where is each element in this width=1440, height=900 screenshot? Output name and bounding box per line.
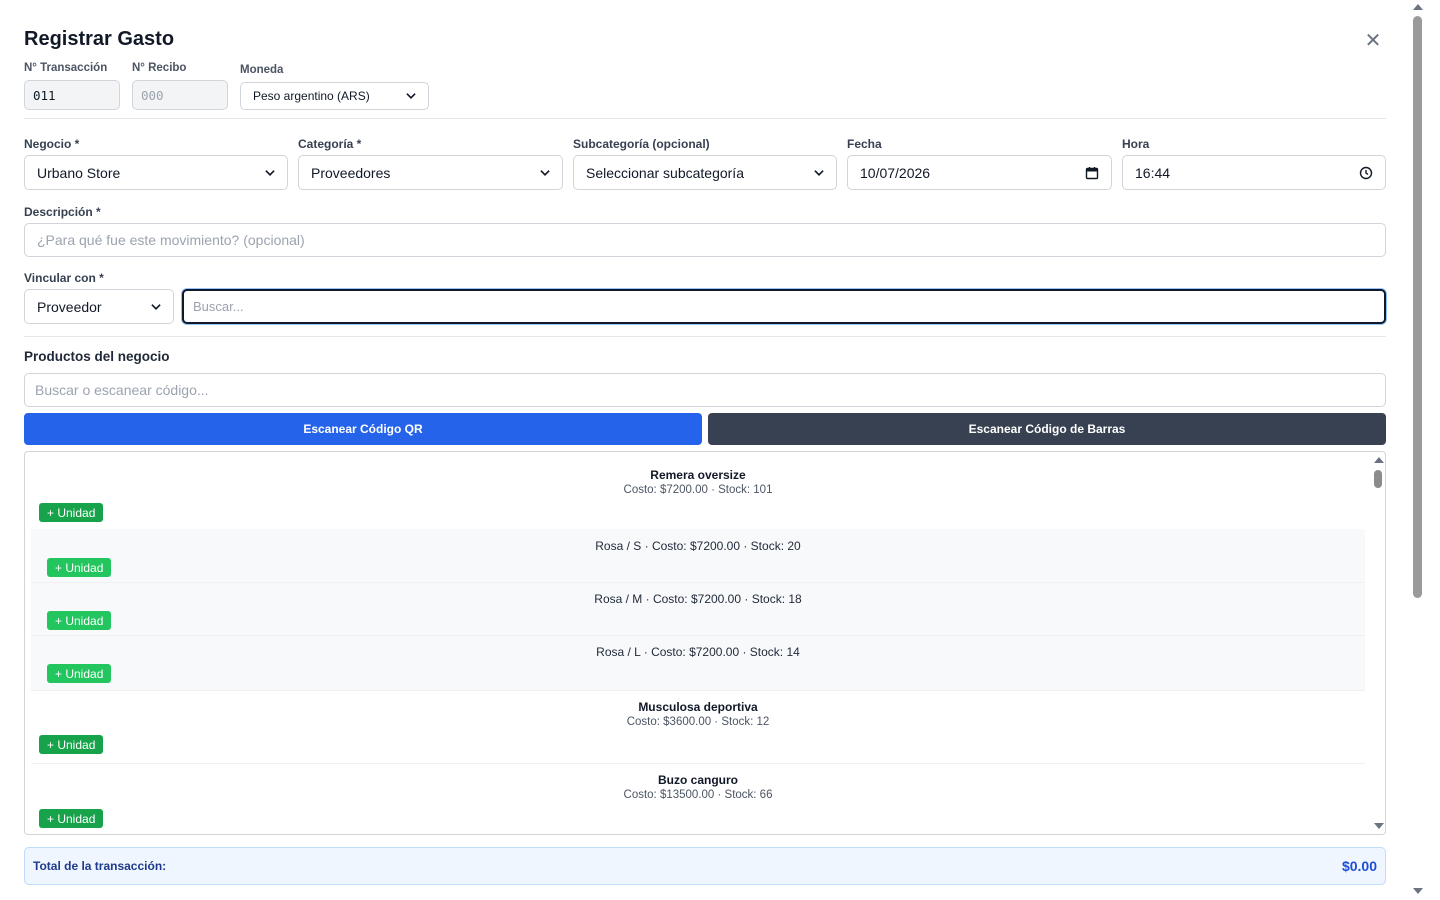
scan-barcode-button[interactable]: Escanear Código de Barras	[708, 413, 1386, 445]
subcategory-label: Subcategoría (opcional)	[573, 137, 710, 151]
chevron-down-icon	[540, 168, 550, 178]
date-value: 10/07/2026	[860, 164, 931, 181]
receipt-number-label: N° Recibo	[132, 62, 187, 74]
divider	[24, 118, 1386, 119]
link-label: Vincular con *	[24, 271, 104, 285]
list-item: Musculosa deportiva Costo: $3600.00 · St…	[31, 691, 1365, 763]
variant-info: Rosa / L · Costo: $7200.00 · Stock: 14	[596, 645, 800, 659]
add-unit-button[interactable]: + Unidad	[39, 735, 104, 754]
category-select[interactable]: Proveedores	[298, 155, 563, 190]
product-info: Costo: $3600.00 · Stock: 12	[626, 716, 770, 728]
date-field[interactable]: 10/07/2026	[847, 155, 1112, 190]
scroll-up-icon[interactable]	[1374, 457, 1384, 463]
transaction-total: Total de la transacción: $0.00	[24, 847, 1386, 885]
scroll-up-icon[interactable]	[1413, 4, 1423, 10]
total-label: Total de la transacción:	[33, 859, 167, 873]
currency-select[interactable]: Peso argentino (ARS)	[240, 82, 429, 110]
variant-info: Rosa / S · Costo: $7200.00 · Stock: 20	[595, 539, 801, 553]
calendar-icon[interactable]	[1085, 166, 1099, 180]
register-expense-modal: Registrar Gasto ✕ N° Transacción 011 N° …	[0, 0, 1440, 900]
add-unit-button[interactable]: + Unidad	[39, 809, 104, 828]
transaction-number-field[interactable]: 011	[24, 80, 120, 110]
list-item: Buzo canguro Costo: $13500.00 · Stock: 6…	[31, 764, 1365, 834]
product-search-input[interactable]: Buscar o escanear código...	[24, 373, 1386, 407]
subcategory-value: Seleccionar subcategoría	[586, 164, 744, 181]
transaction-number-value: 011	[33, 87, 56, 103]
product-name: Musculosa deportiva	[638, 700, 758, 714]
description-placeholder: ¿Para qué fue este movimiento? (opcional…	[37, 232, 305, 248]
subcategory-select[interactable]: Seleccionar subcategoría	[573, 155, 837, 190]
chevron-down-icon	[406, 91, 416, 101]
divider	[24, 336, 1386, 337]
business-value: Urbano Store	[37, 164, 121, 181]
total-value: $0.00	[1341, 858, 1377, 874]
transaction-number-label: N° Transacción	[24, 62, 108, 74]
add-unit-button[interactable]: + Unidad	[47, 558, 112, 577]
variant-info: Rosa / M · Costo: $7200.00 · Stock: 18	[594, 592, 802, 606]
time-value: 16:44	[1135, 164, 1171, 181]
clock-icon[interactable]	[1359, 166, 1373, 180]
scroll-down-icon[interactable]	[1413, 888, 1423, 894]
business-label: Negocio *	[24, 137, 80, 151]
category-label: Categoría *	[298, 137, 362, 151]
link-type-value: Proveedor	[37, 298, 102, 315]
description-label: Descripción *	[24, 205, 101, 219]
product-list-scrollbar[interactable]	[1371, 452, 1385, 834]
date-label: Fecha	[847, 137, 882, 151]
list-item: Rosa / M · Costo: $7200.00 · Stock: 18 +…	[31, 583, 1365, 636]
description-input[interactable]: ¿Para qué fue este movimiento? (opcional…	[24, 223, 1386, 257]
product-info: Costo: $7200.00 · Stock: 101	[623, 484, 773, 496]
chevron-down-icon	[151, 302, 161, 312]
product-search-placeholder: Buscar o escanear código...	[35, 382, 209, 398]
link-search-placeholder: Buscar...	[193, 299, 244, 314]
products-section-title: Productos del negocio	[24, 349, 170, 364]
product-name: Remera oversize	[650, 468, 746, 482]
add-unit-button[interactable]: + Unidad	[47, 664, 112, 683]
product-list[interactable]: Remera oversize Costo: $7200.00 · Stock:…	[24, 451, 1386, 835]
page-scrollbar[interactable]	[1410, 0, 1428, 900]
scrollbar-thumb[interactable]	[1374, 470, 1382, 488]
list-item: Rosa / L · Costo: $7200.00 · Stock: 14 +…	[31, 636, 1365, 691]
time-label: Hora	[1122, 137, 1150, 151]
currency-value: Peso argentino (ARS)	[253, 89, 370, 103]
receipt-number-field[interactable]: 000	[132, 80, 228, 110]
scroll-down-icon[interactable]	[1374, 823, 1384, 829]
product-info: Costo: $13500.00 · Stock: 66	[623, 789, 773, 801]
chevron-down-icon	[265, 168, 275, 178]
list-item: Rosa / S · Costo: $7200.00 · Stock: 20 +…	[31, 529, 1365, 583]
chevron-down-icon	[814, 168, 824, 178]
link-type-select[interactable]: Proveedor	[24, 289, 174, 324]
list-item: Remera oversize Costo: $7200.00 · Stock:…	[31, 452, 1365, 529]
add-unit-button[interactable]: + Unidad	[39, 503, 104, 522]
currency-label: Moneda	[240, 64, 284, 76]
link-search-input[interactable]: Buscar...	[182, 289, 1386, 324]
scan-qr-button[interactable]: Escanear Código QR	[24, 413, 702, 445]
receipt-number-placeholder: 000	[141, 87, 164, 103]
business-select[interactable]: Urbano Store	[24, 155, 288, 190]
close-icon[interactable]: ✕	[1362, 30, 1384, 52]
modal-title: Registrar Gasto	[24, 28, 175, 50]
category-value: Proveedores	[311, 164, 391, 181]
add-unit-button[interactable]: + Unidad	[47, 611, 112, 630]
time-field[interactable]: 16:44	[1122, 155, 1386, 190]
scrollbar-thumb[interactable]	[1413, 16, 1422, 598]
product-name: Buzo canguro	[658, 773, 738, 787]
